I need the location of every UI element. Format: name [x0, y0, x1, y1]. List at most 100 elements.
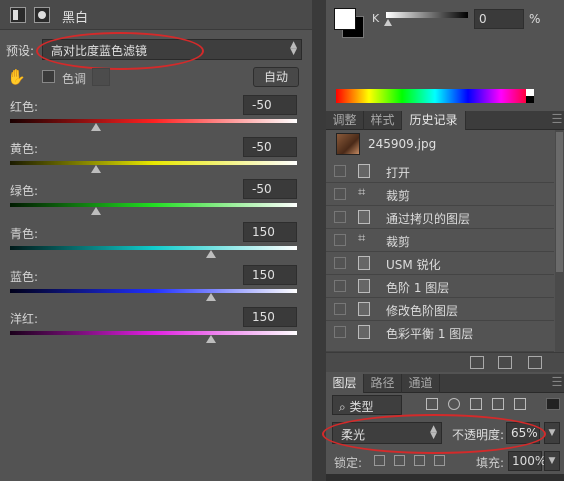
- cyans-value-input[interactable]: 150: [243, 222, 297, 242]
- k-slider-thumb[interactable]: [384, 19, 392, 26]
- trash-icon[interactable]: [528, 356, 542, 369]
- panel-menu-icon[interactable]: — — —: [552, 373, 562, 391]
- lock-all-icon[interactable]: [434, 455, 445, 466]
- tab-channels[interactable]: 通道: [402, 374, 440, 393]
- tab-history[interactable]: 历史记录: [402, 111, 466, 130]
- layers-list[interactable]: [326, 474, 564, 481]
- greens-value-input[interactable]: -50: [243, 179, 297, 199]
- tab-styles[interactable]: 样式: [364, 111, 402, 130]
- history-source-checkbox[interactable]: [334, 326, 346, 338]
- history-step-label: 裁剪: [386, 235, 411, 249]
- history-step-label: USM 锐化: [386, 258, 441, 272]
- magentas-value-input[interactable]: 150: [243, 307, 297, 327]
- right-panels: K 0 % 调整 样式 历史记录 — — — 245909.jpg 打开 ⌗ 裁剪 …: [322, 0, 564, 481]
- color-spectrum-ramp[interactable]: [336, 89, 534, 103]
- search-icon: ⌕: [339, 400, 350, 414]
- tint-color-swatch[interactable]: [92, 68, 110, 86]
- shape-layer-filter-icon[interactable]: [492, 398, 504, 410]
- tint-checkbox[interactable]: [42, 70, 55, 83]
- blend-mode-value: 柔光: [341, 428, 366, 442]
- reds-slider-thumb[interactable]: [91, 123, 102, 131]
- history-step-label: 色彩平衡 1 图层: [386, 327, 474, 341]
- pixel-layer-filter-icon[interactable]: [426, 398, 438, 410]
- slider-label-greens: 绿色:: [10, 184, 39, 198]
- yellows-slider-track[interactable]: [10, 161, 297, 165]
- greens-slider-track[interactable]: [10, 203, 297, 207]
- opacity-input[interactable]: 65%: [506, 422, 540, 444]
- opacity-slider-toggle[interactable]: ▼: [544, 422, 560, 444]
- document-icon: [358, 256, 370, 270]
- adjustment-layer-filter-icon[interactable]: [448, 398, 460, 410]
- blues-slider-track[interactable]: [10, 289, 297, 293]
- color-panel: K 0 %: [326, 0, 564, 110]
- history-step[interactable]: ⌗ 裁剪: [326, 229, 554, 252]
- lock-position-icon[interactable]: [414, 455, 425, 466]
- history-source-checkbox[interactable]: [334, 303, 346, 315]
- fill-input[interactable]: 100%: [508, 451, 546, 471]
- percent-unit: %: [529, 12, 541, 26]
- adjustment-layer-icon[interactable]: [10, 7, 26, 23]
- k-slider-track[interactable]: [386, 12, 468, 18]
- blues-slider-thumb[interactable]: [205, 293, 216, 301]
- history-source-checkbox[interactable]: [334, 234, 346, 246]
- layer-filter-dropdown[interactable]: ⌕ 类型: [332, 395, 402, 415]
- updown-arrow-icon: ▲ ▼: [290, 40, 297, 57]
- history-snapshot[interactable]: 245909.jpg: [326, 130, 554, 158]
- slider-label-magentas: 洋红:: [10, 312, 39, 326]
- fill-slider-toggle[interactable]: ▼: [544, 451, 560, 471]
- blend-mode-dropdown[interactable]: 柔光 ▲ ▼: [332, 422, 442, 444]
- history-scrollbar[interactable]: [555, 130, 564, 352]
- auto-button[interactable]: 自动: [253, 67, 299, 87]
- magentas-slider-thumb[interactable]: [205, 335, 216, 343]
- history-source-checkbox[interactable]: [334, 165, 346, 177]
- preset-value: 高对比度蓝色滤镜: [51, 44, 148, 58]
- lock-transparency-icon[interactable]: [374, 455, 385, 466]
- document-name: 245909.jpg: [368, 137, 437, 151]
- history-source-checkbox[interactable]: [334, 211, 346, 223]
- tint-label: 色调: [62, 72, 87, 86]
- k-channel-label: K: [372, 12, 380, 25]
- history-source-checkbox[interactable]: [334, 257, 346, 269]
- new-document-from-state-icon[interactable]: [470, 356, 484, 369]
- type-layer-filter-icon[interactable]: [470, 398, 482, 410]
- cyans-slider-track[interactable]: [10, 246, 297, 250]
- panel-menu-icon[interactable]: — — —: [552, 110, 562, 128]
- camera-snapshot-icon[interactable]: [498, 356, 512, 369]
- yellows-slider-thumb[interactable]: [91, 165, 102, 173]
- tab-adjustments[interactable]: 调整: [326, 111, 364, 130]
- tab-layers[interactable]: 图层: [326, 374, 364, 393]
- preset-label: 预设:: [6, 44, 35, 58]
- history-step[interactable]: 色彩平衡 1 图层: [326, 321, 554, 352]
- document-icon: [358, 210, 370, 224]
- magentas-slider-track[interactable]: [10, 331, 297, 335]
- history-step[interactable]: 打开: [326, 160, 554, 183]
- history-step[interactable]: ⌗ 裁剪: [326, 183, 554, 206]
- document-thumbnail: [336, 133, 360, 155]
- panel-divider[interactable]: [312, 0, 326, 481]
- yellows-value-input[interactable]: -50: [243, 137, 297, 157]
- lock-image-pixels-icon[interactable]: [394, 455, 405, 466]
- layer-mask-icon[interactable]: [34, 7, 50, 23]
- k-value-input[interactable]: 0: [474, 9, 524, 29]
- history-step[interactable]: 色阶 1 图层: [326, 275, 554, 298]
- history-step-label: 修改色阶图层: [386, 304, 459, 318]
- foreground-color-swatch[interactable]: [334, 8, 356, 30]
- reds-value-input[interactable]: -50: [243, 95, 297, 115]
- history-source-checkbox[interactable]: [334, 280, 346, 292]
- history-step[interactable]: 通过拷贝的图层: [326, 206, 554, 229]
- targeted-adjustment-hand-icon[interactable]: ✋: [7, 68, 26, 86]
- reds-slider-track[interactable]: [10, 119, 297, 123]
- history-source-checkbox[interactable]: [334, 188, 346, 200]
- filter-toggle-switch[interactable]: [546, 398, 560, 410]
- cyans-slider-thumb[interactable]: [205, 250, 216, 258]
- slider-label-blues: 蓝色:: [10, 270, 39, 284]
- smart-object-filter-icon[interactable]: [514, 398, 526, 410]
- greens-slider-thumb[interactable]: [91, 207, 102, 215]
- blues-value-input[interactable]: 150: [243, 265, 297, 285]
- tab-paths[interactable]: 路径: [364, 374, 402, 393]
- history-step-label: 通过拷贝的图层: [386, 212, 471, 226]
- document-icon: [358, 302, 370, 316]
- preset-dropdown[interactable]: 高对比度蓝色滤镜 ▲ ▼: [42, 39, 302, 60]
- history-step[interactable]: 修改色阶图层: [326, 298, 554, 321]
- history-step[interactable]: USM 锐化: [326, 252, 554, 275]
